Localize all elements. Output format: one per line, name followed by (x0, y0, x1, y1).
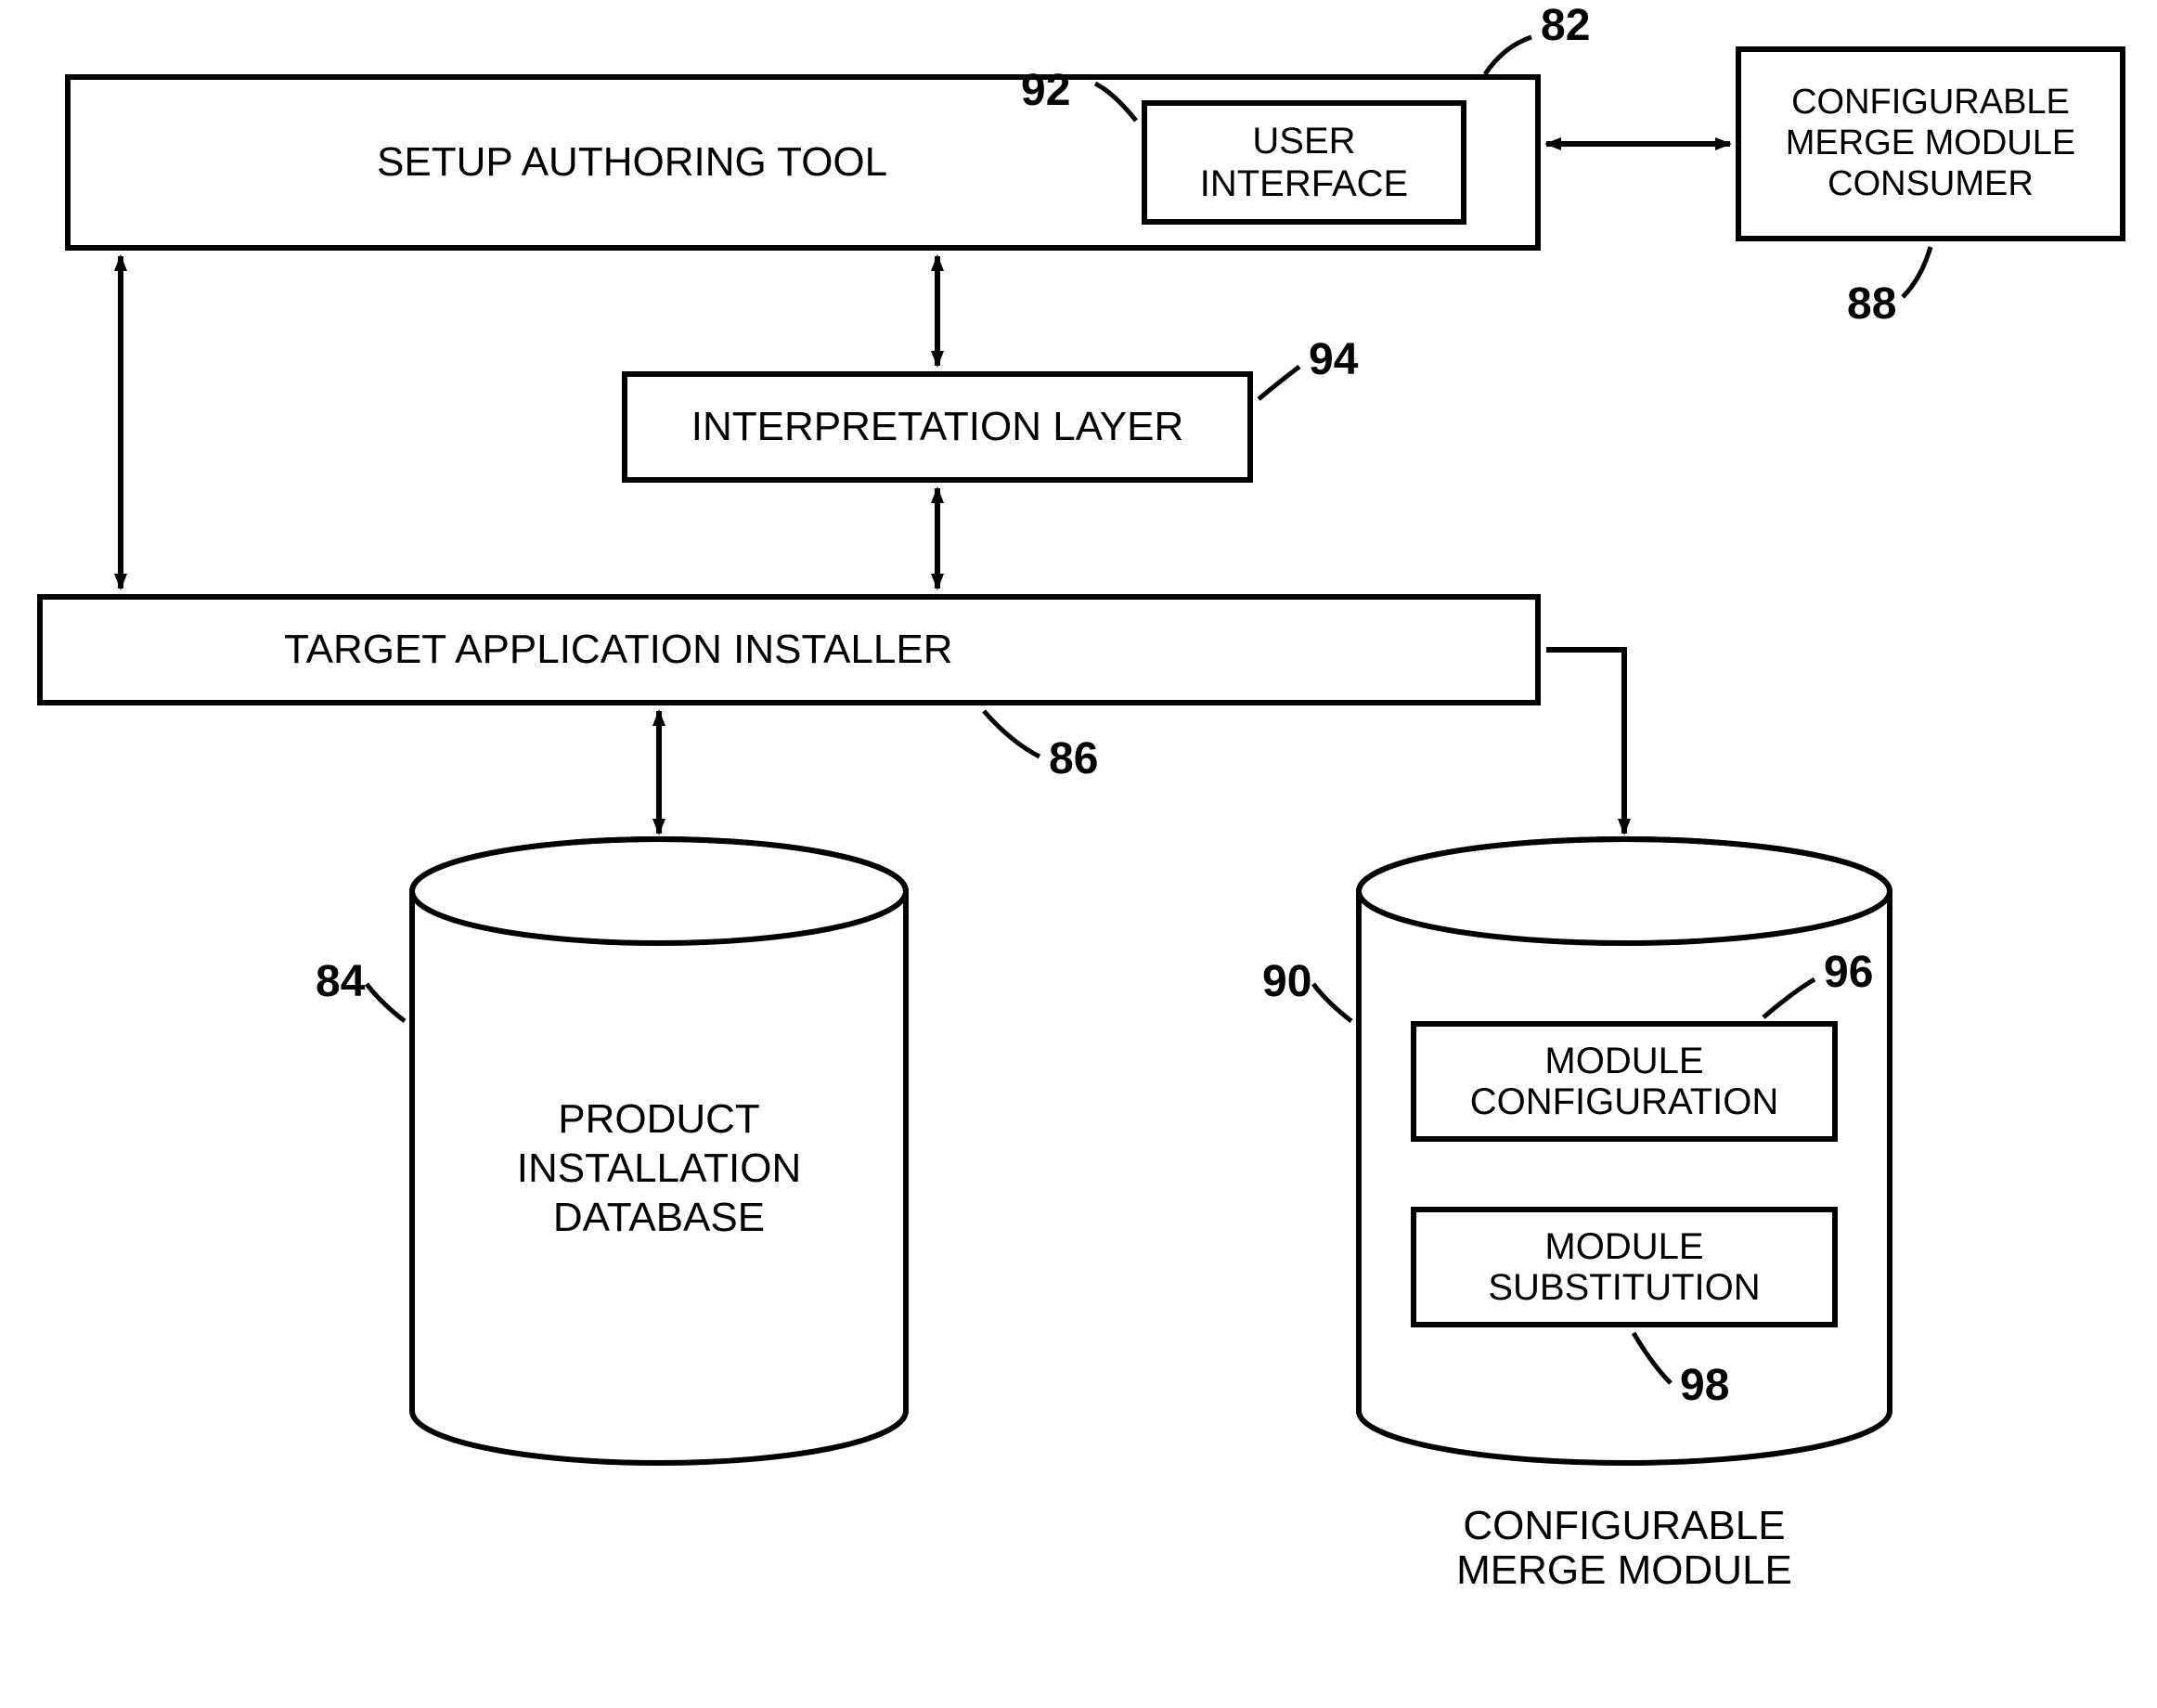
ref-86: 86 (1049, 733, 1098, 784)
ref-94: 94 (1309, 334, 1358, 385)
ref-92: 92 (1021, 65, 1070, 116)
ref-84: 84 (316, 956, 365, 1007)
ref-90: 90 (1262, 956, 1311, 1007)
ref-88: 88 (1847, 278, 1896, 330)
ref-98: 98 (1680, 1360, 1729, 1411)
connectors (0, 0, 2157, 1708)
ref-82: 82 (1541, 0, 1590, 51)
ref-96: 96 (1824, 947, 1873, 998)
diagram-canvas: SETUP AUTHORING TOOL USERINTERFACE CONFI… (0, 0, 2157, 1708)
